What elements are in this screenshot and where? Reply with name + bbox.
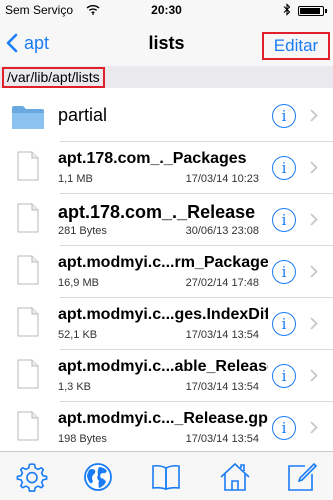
info-button[interactable]: i xyxy=(272,104,296,128)
battery-icon xyxy=(298,6,327,16)
item-date: 17/03/14 13:54 xyxy=(185,381,259,393)
info-button[interactable]: i xyxy=(272,260,296,284)
chevron-right-icon xyxy=(310,265,318,278)
item-size: 1,3 KB xyxy=(58,381,92,393)
edit-icon[interactable] xyxy=(285,461,317,493)
list-item-file[interactable]: apt.178.com_._Release 281 Bytes 30/06/13… xyxy=(0,194,333,246)
globe-icon[interactable] xyxy=(82,461,114,493)
file-icon xyxy=(17,151,39,181)
item-date: 17/03/14 13:54 xyxy=(185,433,259,445)
item-name: apt.modmyi.c...rm_Packages xyxy=(58,254,268,271)
file-icon xyxy=(17,255,39,285)
book-icon[interactable] xyxy=(150,461,182,493)
file-icon xyxy=(17,411,39,441)
item-name: partial xyxy=(58,105,108,125)
chevron-right-icon xyxy=(310,421,318,434)
info-button[interactable]: i xyxy=(272,364,296,388)
item-name: apt.modmyi.c..._Release.gpg xyxy=(58,410,268,427)
chevron-right-icon xyxy=(310,317,318,330)
list-item-file[interactable]: apt.modmyi.c..._Release.gpg 198 Bytes 17… xyxy=(0,402,333,454)
navigation-bar: apt lists Editar xyxy=(0,20,333,66)
item-size: 281 Bytes xyxy=(58,225,107,237)
tab-bar xyxy=(0,451,333,500)
item-size: 1,1 MB xyxy=(58,173,93,185)
item-size: 198 Bytes xyxy=(58,433,107,445)
item-date: 17/03/14 10:23 xyxy=(185,173,259,185)
item-name: apt.178.com_._Release xyxy=(58,202,256,222)
home-icon[interactable] xyxy=(219,461,251,493)
chevron-right-icon xyxy=(310,213,318,226)
bluetooth-icon xyxy=(283,3,291,16)
path-bar: /var/lib/apt/lists xyxy=(0,66,333,88)
info-button[interactable]: i xyxy=(272,156,296,180)
gear-icon[interactable] xyxy=(16,461,48,493)
item-date: 17/03/14 13:54 xyxy=(185,329,259,341)
info-button[interactable]: i xyxy=(272,208,296,232)
file-icon xyxy=(17,203,39,233)
list-item-file[interactable]: apt.178.com_._Packages 1,1 MB 17/03/14 1… xyxy=(0,142,333,194)
info-button[interactable]: i xyxy=(272,416,296,440)
list-item-folder[interactable]: partial i xyxy=(0,90,333,142)
item-name: apt.modmyi.c...ges.IndexDiff xyxy=(58,306,268,323)
item-date: 30/06/13 23:08 xyxy=(185,225,259,237)
list-item-file[interactable]: apt.modmyi.c...able_Release 1,3 KB 17/03… xyxy=(0,350,333,402)
battery-level xyxy=(300,8,320,14)
item-name: apt.modmyi.c...able_Release xyxy=(58,358,268,375)
current-path: /var/lib/apt/lists xyxy=(2,67,105,88)
chevron-right-icon xyxy=(310,369,318,382)
item-name: apt.178.com_._Packages xyxy=(58,150,247,167)
file-icon xyxy=(17,307,39,337)
info-button[interactable]: i xyxy=(272,312,296,336)
status-bar: Sem Serviço 20:30 xyxy=(0,0,333,20)
item-date: 27/02/14 17:48 xyxy=(185,277,259,289)
chevron-right-icon xyxy=(310,109,318,122)
list-item-file[interactable]: apt.modmyi.c...ges.IndexDiff 52,1 KB 17/… xyxy=(0,298,333,350)
chevron-right-icon xyxy=(310,161,318,174)
item-size: 52,1 KB xyxy=(58,329,98,341)
folder-icon xyxy=(12,106,44,129)
list-item-file[interactable]: apt.modmyi.c...rm_Packages 16,9 MB 27/02… xyxy=(0,246,333,298)
file-icon xyxy=(17,359,39,389)
edit-button[interactable]: Editar xyxy=(262,32,330,60)
item-size: 16,9 MB xyxy=(58,277,99,289)
